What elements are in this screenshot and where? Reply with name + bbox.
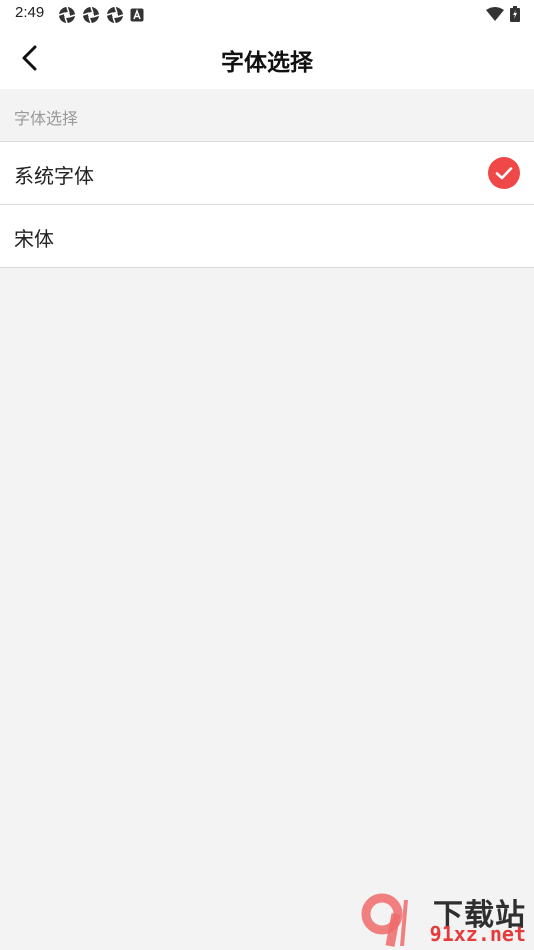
- watermark-logo-icon: [361, 893, 408, 947]
- status-bar: 2:49: [0, 0, 534, 28]
- font-option-songti[interactable]: 宋体: [0, 204, 534, 268]
- watermark: 下载站 91xz.net: [360, 890, 530, 948]
- font-list: 系统字体 宋体: [0, 141, 534, 268]
- section-header: 字体选择: [0, 89, 534, 141]
- battery-icon: [510, 6, 520, 22]
- font-option-system[interactable]: 系统字体: [0, 141, 534, 204]
- watermark-text-bottom: 91xz.net: [429, 922, 526, 946]
- a-badge-icon: [130, 8, 144, 22]
- font-option-label: 系统字体: [14, 164, 94, 188]
- aperture-icon: [82, 6, 100, 24]
- wifi-icon: [486, 7, 504, 21]
- status-time: 2:49: [15, 4, 45, 21]
- status-system-icons: [486, 6, 520, 22]
- top-app-bar: 字体选择: [0, 28, 534, 89]
- section-label: 字体选择: [14, 109, 79, 128]
- page-title: 字体选择: [221, 50, 313, 76]
- check-circle-icon: [488, 157, 520, 189]
- aperture-icon: [58, 6, 76, 24]
- aperture-icon: [106, 6, 124, 24]
- font-option-label: 宋体: [14, 227, 54, 251]
- status-notification-icons: [58, 6, 144, 24]
